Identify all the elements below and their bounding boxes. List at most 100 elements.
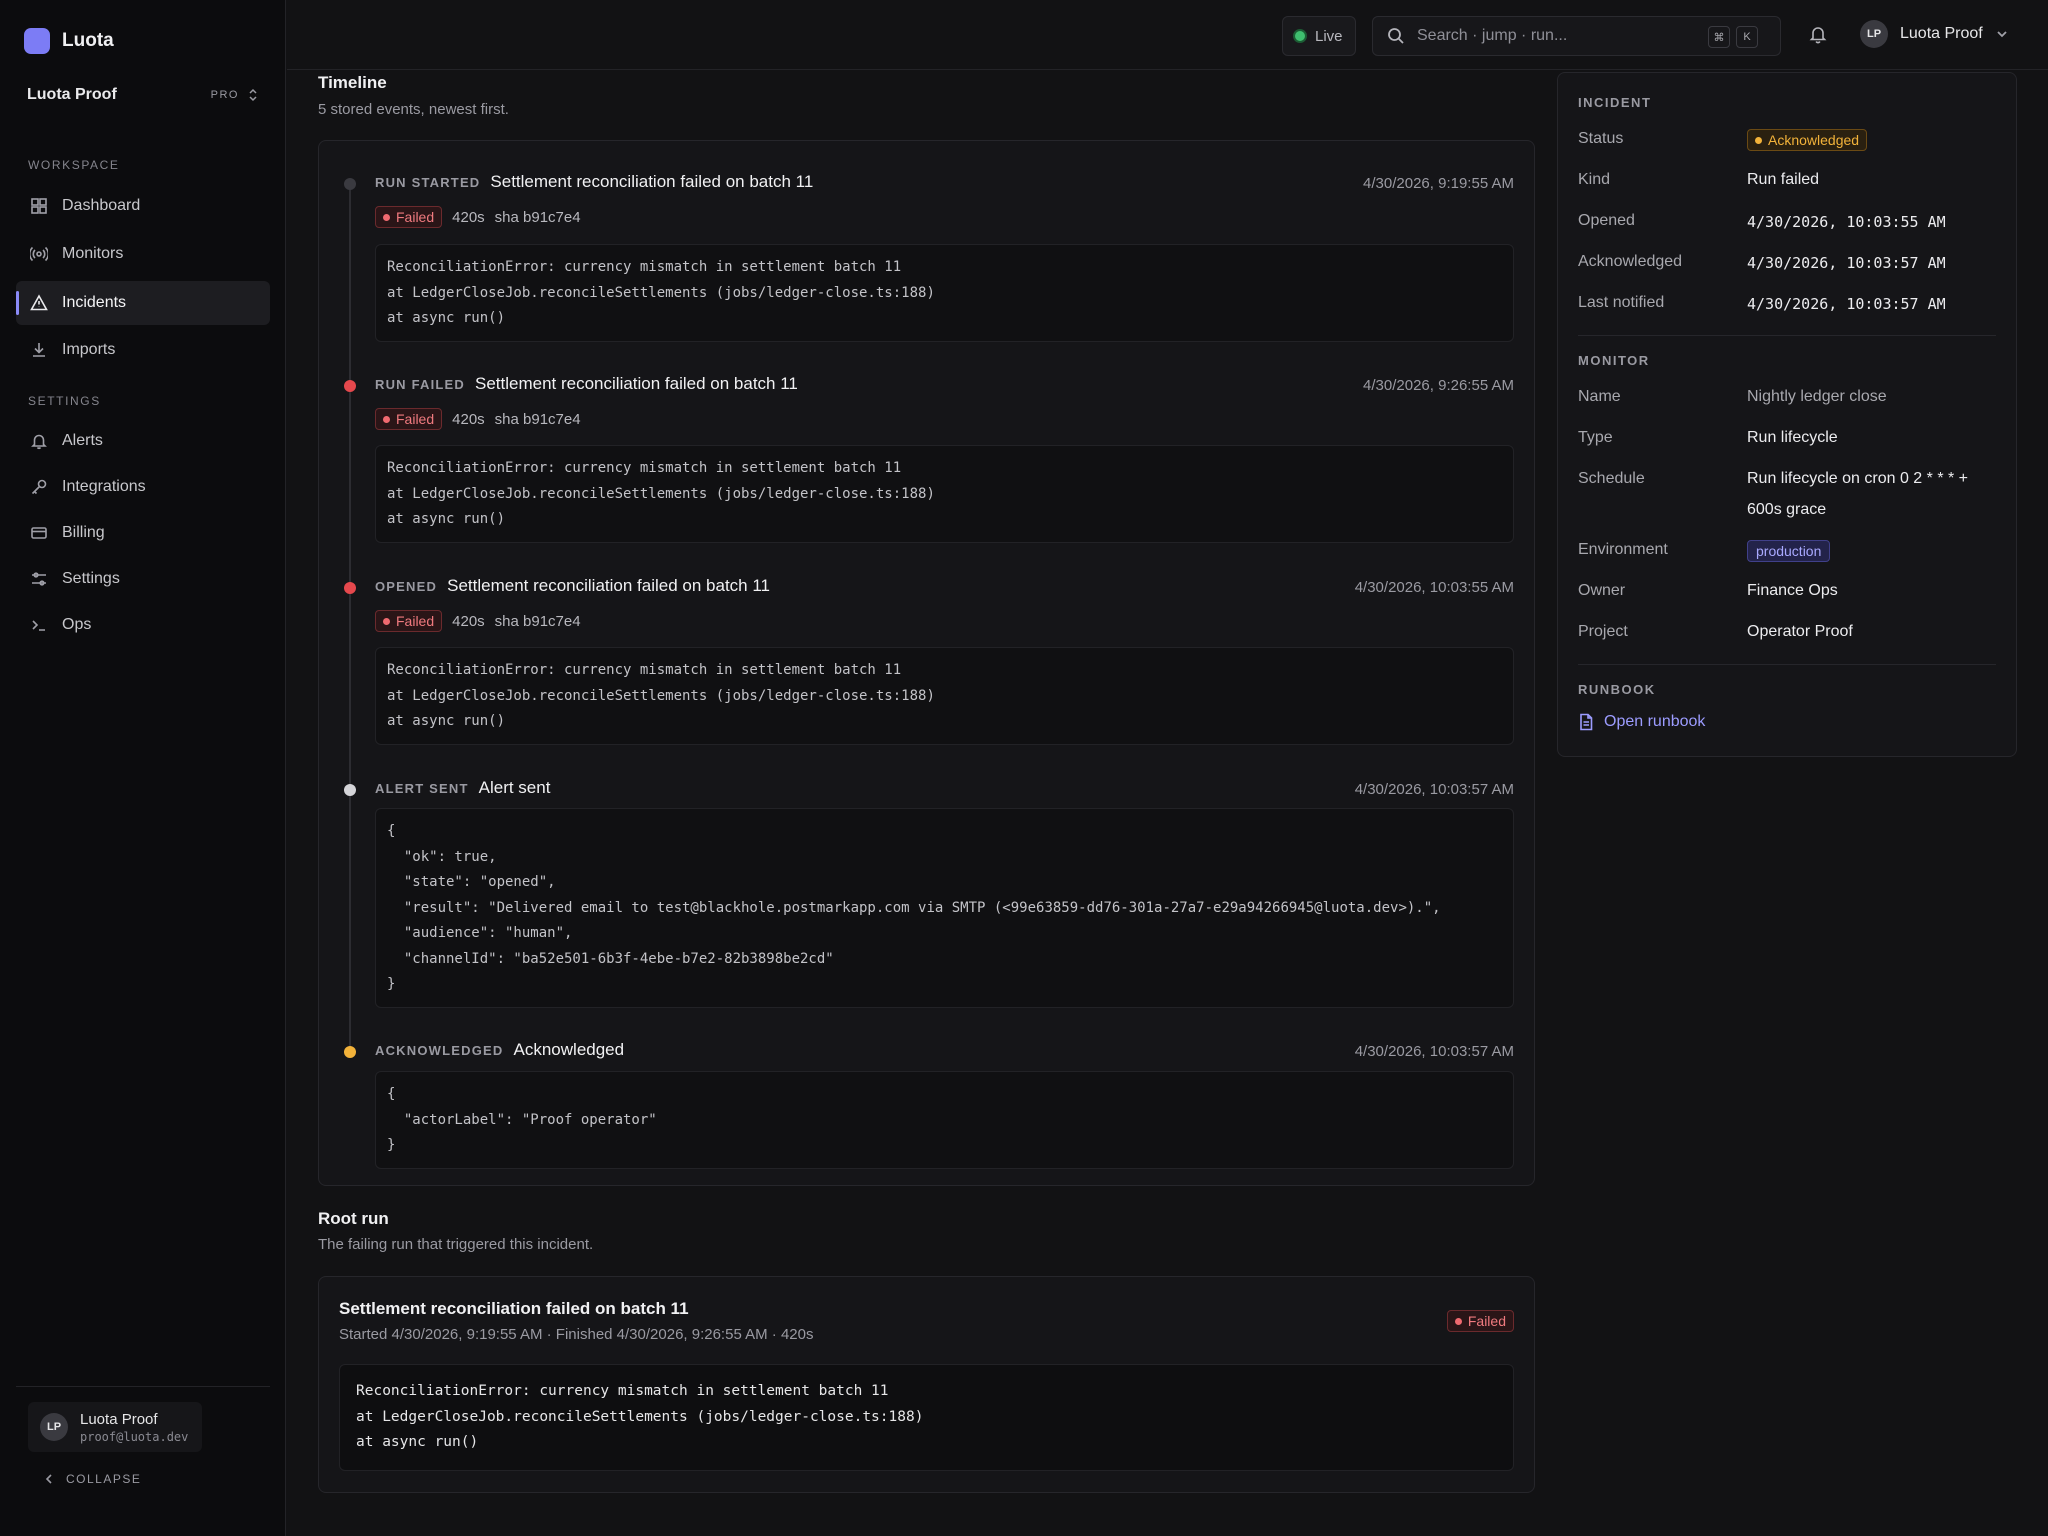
- event-kind: ALERT SENT: [375, 781, 469, 796]
- runbook-heading: RUNBOOK: [1578, 682, 1656, 697]
- status-badge: Acknowledged: [1747, 129, 1868, 151]
- open-runbook-link[interactable]: Open runbook: [1578, 713, 1705, 731]
- bell-icon: [31, 434, 47, 450]
- schedule-label: Schedule: [1578, 470, 1645, 487]
- project-label: Project: [1578, 623, 1628, 640]
- event-title: Settlement reconciliation failed on batc…: [490, 172, 814, 191]
- event-time: 4/30/2026, 10:03:55 AM: [1354, 579, 1514, 596]
- monitor-type-value: Run lifecycle: [1747, 429, 1838, 446]
- event-kind: OPENED: [375, 579, 438, 594]
- root-run-status: Failed: [1446, 1310, 1514, 1332]
- last-notified-value: 4/30/2026, 10:03:57 AM: [1747, 295, 1946, 313]
- acknowledged-label: Acknowledged: [1578, 253, 1683, 270]
- event-time: 4/30/2026, 9:19:55 AM: [1363, 175, 1514, 192]
- document-icon: [1580, 713, 1593, 731]
- sidebar: Luota Luota Proof PRO WORKSPACE Dashboar…: [0, 0, 286, 1536]
- nav-section-settings: SETTINGS: [28, 394, 101, 408]
- timeline-dot: [344, 1046, 356, 1058]
- status-badge: Failed: [375, 408, 443, 430]
- collapse-button[interactable]: COLLAPSE: [44, 1472, 141, 1486]
- monitor-name-value[interactable]: Nightly ledger close: [1747, 388, 1887, 406]
- sidebar-item-label: Settings: [62, 570, 120, 587]
- kind-value: Run failed: [1747, 171, 1820, 188]
- root-run-code-block: ReconciliationError: currency mismatch i…: [339, 1364, 1514, 1471]
- event-code-block: { "ok": true, "state": "opened", "result…: [375, 808, 1514, 1008]
- account-menu[interactable]: LP Luota Proof: [1860, 20, 2009, 48]
- acknowledged-value: 4/30/2026, 10:03:57 AM: [1747, 254, 1946, 272]
- status-badge: Failed: [1446, 1310, 1514, 1332]
- runbook-label: Open runbook: [1604, 713, 1706, 730]
- sidebar-item-incidents[interactable]: Incidents: [16, 281, 270, 325]
- notifications-button[interactable]: [1808, 24, 1828, 44]
- sidebar-item-integrations[interactable]: Integrations: [16, 465, 270, 509]
- search-placeholder: Search · jump · run...: [1417, 27, 1568, 44]
- owner-value: Finance Ops: [1747, 582, 1838, 599]
- user-name: Luota Proof: [80, 1410, 158, 1428]
- schedule-value-line2: 600s grace: [1747, 501, 1827, 518]
- status-value: Acknowledged: [1747, 129, 1868, 151]
- account-avatar: LP: [1860, 20, 1888, 48]
- event-time: 4/30/2026, 10:03:57 AM: [1354, 1043, 1514, 1060]
- status-badge: Failed: [375, 206, 443, 228]
- sidebar-item-label: Monitors: [62, 245, 124, 262]
- brand-logo: [24, 28, 50, 54]
- panel-divider: [1578, 664, 1996, 665]
- search-icon: [1388, 28, 1404, 44]
- event-duration: 420s: [452, 612, 485, 630]
- sidebar-item-settings[interactable]: Settings: [16, 557, 270, 601]
- sidebar-item-label: Dashboard: [62, 197, 141, 214]
- monitor-name-label: Name: [1578, 388, 1621, 405]
- credit-card-icon: [31, 527, 47, 539]
- sidebar-divider: [16, 1386, 270, 1387]
- event-sha: sha b91c7e4: [494, 208, 581, 226]
- event-code-block: ReconciliationError: currency mismatch i…: [375, 445, 1514, 543]
- kbd-k: K: [1736, 26, 1758, 48]
- org-plan: PRO: [211, 88, 259, 102]
- timeline-event-header: RUN FAILED Settlement reconciliation fai…: [375, 374, 798, 394]
- event-title: Alert sent: [478, 778, 551, 797]
- event-kind: ACKNOWLEDGED: [375, 1043, 504, 1058]
- timeline-title: Timeline: [318, 73, 387, 92]
- sidebar-item-imports[interactable]: Imports: [16, 328, 270, 372]
- project-value: Operator Proof: [1747, 623, 1853, 640]
- live-toggle[interactable]: Live: [1282, 16, 1356, 56]
- chevron-down-icon: [1997, 31, 2007, 38]
- user-info: Luota Proof proof@luota.dev: [80, 1411, 188, 1444]
- event-sha: sha b91c7e4: [494, 410, 581, 428]
- event-duration: 420s: [452, 410, 485, 428]
- sidebar-item-label: Billing: [62, 524, 105, 541]
- bell-icon: [1809, 27, 1827, 44]
- event-title: Settlement reconciliation failed on batc…: [475, 374, 798, 393]
- sidebar-item-alerts[interactable]: Alerts: [16, 419, 270, 463]
- sidebar-item-dashboard[interactable]: Dashboard: [16, 184, 270, 228]
- timeline-dot: [344, 380, 356, 392]
- nav-section-workspace: WORKSPACE: [28, 158, 120, 172]
- sidebar-item-label: Ops: [62, 616, 92, 633]
- brand-name: Luota: [62, 30, 114, 51]
- sidebar-item-ops[interactable]: Ops: [16, 603, 270, 647]
- event-time: 4/30/2026, 10:03:57 AM: [1354, 781, 1514, 798]
- owner-label: Owner: [1578, 582, 1626, 599]
- event-kind: RUN STARTED: [375, 175, 481, 190]
- event-meta: Failed 420s sha b91c7e4: [375, 408, 581, 430]
- schedule-value-line1: Run lifecycle on cron 0 2 * * * +: [1747, 470, 1969, 487]
- terminal-icon: [32, 620, 45, 631]
- org-switcher[interactable]: Luota Proof PRO: [27, 86, 259, 104]
- user-email: proof@luota.dev: [80, 1429, 189, 1444]
- event-code-block: ReconciliationError: currency mismatch i…: [375, 647, 1514, 745]
- event-code-block: { "actorLabel": "Proof operator" }: [375, 1071, 1514, 1169]
- panel-divider: [1578, 335, 1996, 336]
- sidebar-item-monitors[interactable]: Monitors: [16, 232, 270, 276]
- timeline-dot: [344, 784, 356, 796]
- user-card[interactable]: LP Luota Proof proof@luota.dev: [28, 1402, 202, 1452]
- sidebar-item-billing[interactable]: Billing: [16, 511, 270, 555]
- root-run-subtitle: The failing run that triggered this inci…: [318, 1236, 594, 1253]
- search-input[interactable]: Search · jump · run... ⌘ K: [1372, 16, 1781, 56]
- event-title: Acknowledged: [513, 1040, 625, 1059]
- brand[interactable]: Luota: [24, 28, 114, 54]
- avatar: LP: [40, 1413, 68, 1441]
- timeline-event-header: ALERT SENT Alert sent: [375, 778, 550, 798]
- timeline-event-header: OPENED Settlement reconciliation failed …: [375, 576, 770, 596]
- event-duration: 420s: [452, 208, 485, 226]
- broadcast-icon: [30, 246, 48, 262]
